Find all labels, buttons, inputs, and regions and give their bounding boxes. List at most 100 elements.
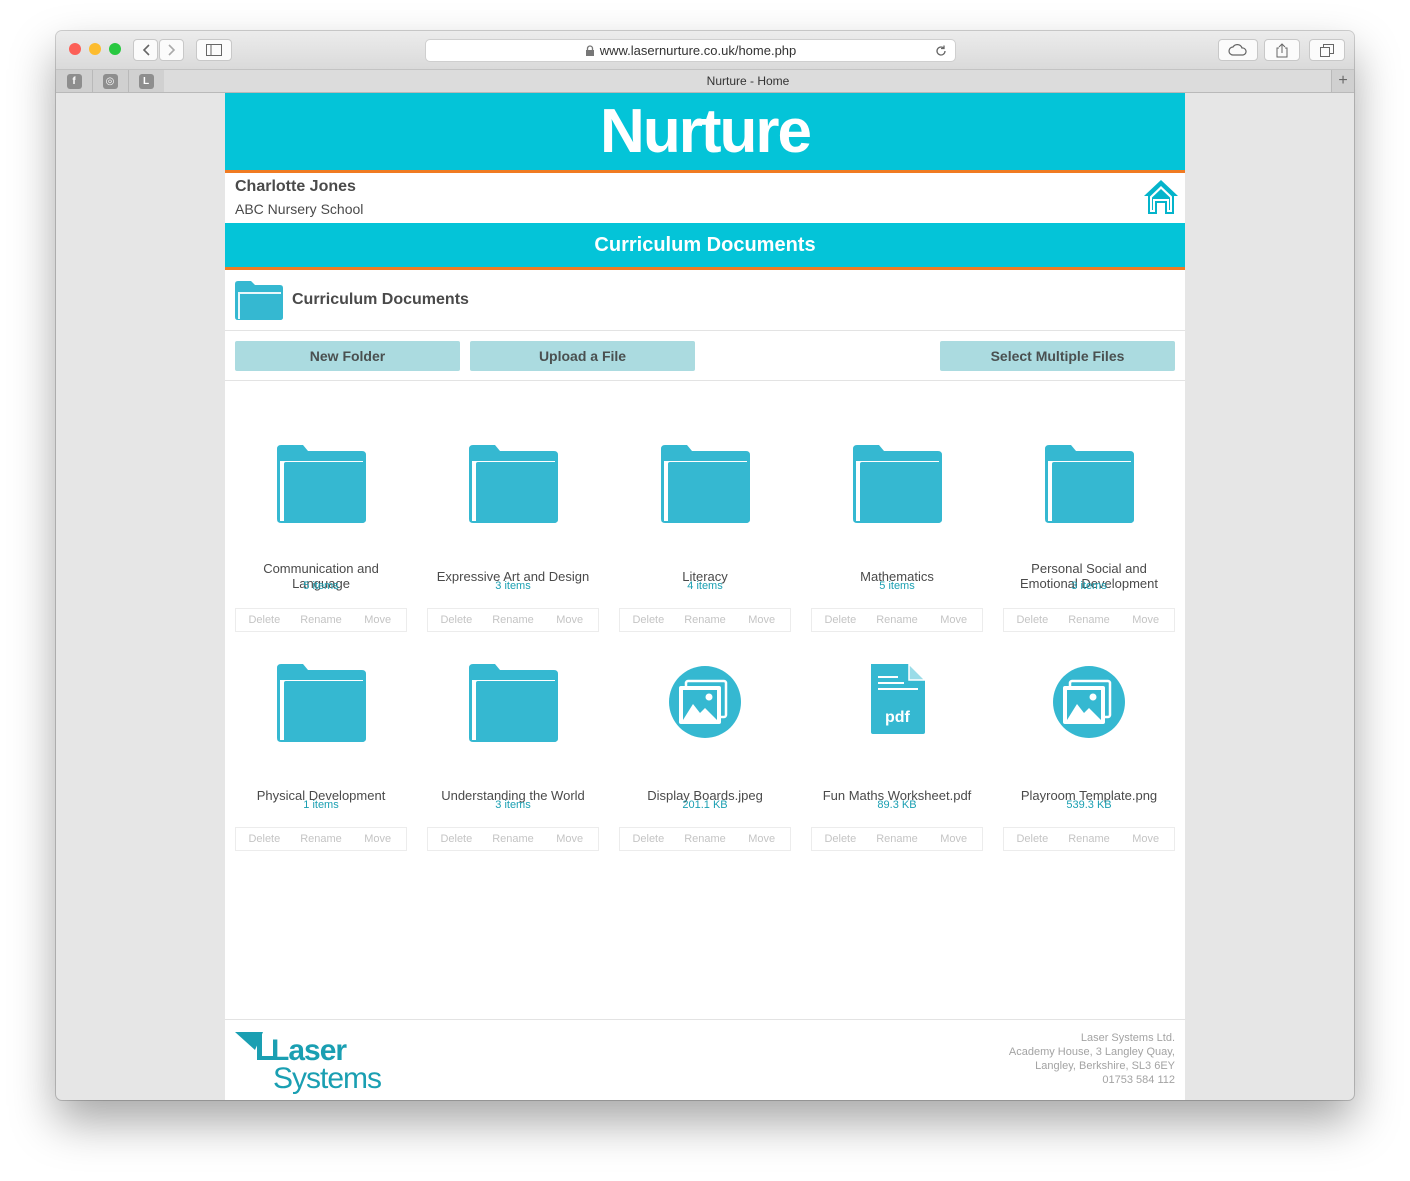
- rename-button[interactable]: Rename: [485, 609, 542, 631]
- file-grid-item[interactable]: Personal Social and Emotional Developmen…: [1003, 443, 1175, 643]
- reload-icon[interactable]: [935, 45, 947, 57]
- laser-systems-logo[interactable]: Laser Systems: [235, 1030, 385, 1094]
- new-tab-button[interactable]: +: [1331, 70, 1354, 92]
- delete-button[interactable]: Delete: [236, 828, 293, 850]
- rename-button[interactable]: Rename: [869, 828, 926, 850]
- folder-icon: [235, 281, 283, 320]
- new-folder-button[interactable]: New Folder: [235, 341, 460, 371]
- upload-file-button[interactable]: Upload a File: [470, 341, 695, 371]
- tabs-icon: [1320, 43, 1334, 57]
- share-button[interactable]: [1264, 39, 1300, 61]
- rename-button[interactable]: Rename: [485, 828, 542, 850]
- chevron-left-icon: [142, 44, 150, 56]
- pinned-tab-facebook[interactable]: f: [56, 70, 93, 92]
- rename-button[interactable]: Rename: [1061, 828, 1118, 850]
- breadcrumb: Curriculum Documents: [225, 270, 1185, 331]
- breadcrumb-current-folder[interactable]: Curriculum Documents: [292, 291, 469, 309]
- delete-button[interactable]: Delete: [236, 609, 293, 631]
- file-grid-item[interactable]: Display Boards.jpeg 201.1 KB Delete Rename M…: [619, 662, 791, 862]
- item-meta: 201.1 KB: [682, 799, 728, 811]
- delete-button[interactable]: Delete: [620, 828, 677, 850]
- folder-icon[interactable]: [275, 662, 367, 742]
- move-button[interactable]: Move: [1117, 828, 1174, 850]
- file-grid-item[interactable]: Understanding the World 3 items Delete Rena…: [427, 662, 599, 862]
- icloud-tabs-button[interactable]: [1218, 39, 1258, 61]
- file-grid-item[interactable]: pdf Fun Maths Worksheet.pdf 89.3 KB Delete R…: [811, 662, 983, 862]
- item-actions: Delete Rename Move: [619, 827, 791, 851]
- image-file-icon[interactable]: [1043, 662, 1135, 742]
- move-button[interactable]: Move: [1117, 609, 1174, 631]
- company-address: Laser Systems Ltd. Academy House, 3 Lang…: [1009, 1031, 1175, 1087]
- file-grid-item[interactable]: Playroom Template.png 539.3 KB Delete Renam…: [1003, 662, 1175, 862]
- file-grid-item[interactable]: Communication and Language 5 items Delete R…: [235, 443, 407, 643]
- pdf-file-icon[interactable]: pdf: [851, 662, 943, 742]
- user-school: ABC Nursery School: [235, 201, 364, 217]
- folder-icon[interactable]: [851, 443, 943, 523]
- rename-button[interactable]: Rename: [293, 609, 350, 631]
- move-button[interactable]: Move: [733, 828, 790, 850]
- rename-button[interactable]: Rename: [677, 609, 734, 631]
- footer: Laser Systems Laser Systems Ltd. Academy…: [225, 1019, 1185, 1100]
- rename-button[interactable]: Rename: [869, 609, 926, 631]
- tab-title: Nurture - Home: [706, 74, 790, 88]
- file-grid-item[interactable]: Mathematics 5 items Delete Rename Move: [811, 443, 983, 643]
- laser-icon: L: [138, 73, 154, 89]
- url-text: www.lasernurture.co.uk/home.php: [599, 43, 797, 58]
- close-window-button[interactable]: [69, 43, 81, 55]
- file-grid-item[interactable]: Literacy 4 items Delete Rename Move: [619, 443, 791, 643]
- file-grid-item[interactable]: Expressive Art and Design 3 items Delete Re…: [427, 443, 599, 643]
- delete-button[interactable]: Delete: [620, 609, 677, 631]
- delete-button[interactable]: Delete: [1004, 828, 1061, 850]
- back-button[interactable]: [133, 39, 158, 61]
- file-grid-item[interactable]: Physical Development 1 items Delete Rename M…: [235, 662, 407, 862]
- zoom-window-button[interactable]: [109, 43, 121, 55]
- move-button[interactable]: Move: [733, 609, 790, 631]
- item-meta: 3 items: [495, 799, 531, 811]
- move-button[interactable]: Move: [925, 828, 982, 850]
- rename-button[interactable]: Rename: [1061, 609, 1118, 631]
- instagram-icon: ◎: [102, 73, 118, 89]
- move-button[interactable]: Move: [541, 828, 598, 850]
- folder-icon[interactable]: [659, 443, 751, 523]
- delete-button[interactable]: Delete: [812, 609, 869, 631]
- select-multiple-files-button[interactable]: Select Multiple Files: [940, 341, 1175, 371]
- move-button[interactable]: Move: [349, 828, 406, 850]
- facebook-icon: f: [66, 73, 82, 89]
- pinned-tab-instagram[interactable]: ◎: [92, 70, 129, 92]
- address-bar[interactable]: www.lasernurture.co.uk/home.php: [425, 39, 956, 62]
- delete-button[interactable]: Delete: [1004, 609, 1061, 631]
- minimize-window-button[interactable]: [89, 43, 101, 55]
- folder-icon[interactable]: [467, 662, 559, 742]
- pinned-tab-laser[interactable]: L: [128, 70, 165, 92]
- item-actions: Delete Rename Move: [811, 608, 983, 632]
- plus-icon: +: [1338, 72, 1348, 89]
- home-icon[interactable]: [1141, 177, 1181, 217]
- move-button[interactable]: Move: [925, 609, 982, 631]
- pdf-label: pdf: [885, 709, 911, 726]
- folder-icon[interactable]: [467, 443, 559, 523]
- site-logo-title[interactable]: Nurture: [600, 96, 812, 167]
- delete-button[interactable]: Delete: [812, 828, 869, 850]
- image-file-icon[interactable]: [659, 662, 751, 742]
- folder-icon[interactable]: [1043, 443, 1135, 523]
- sidebar-toggle-button[interactable]: [196, 39, 232, 61]
- delete-button[interactable]: Delete: [428, 828, 485, 850]
- site-banner: Nurture: [225, 93, 1185, 173]
- share-icon: [1276, 42, 1288, 57]
- rename-button[interactable]: Rename: [677, 828, 734, 850]
- folder-icon[interactable]: [275, 443, 367, 523]
- move-button[interactable]: Move: [349, 609, 406, 631]
- rename-button[interactable]: Rename: [293, 828, 350, 850]
- item-meta: 3 items: [1071, 580, 1107, 592]
- forward-button[interactable]: [159, 39, 184, 61]
- browser-toolbar: www.lasernurture.co.uk/home.php: [56, 31, 1354, 70]
- address-line-2: Langley, Berkshire, SL3 6EY: [1035, 1060, 1175, 1072]
- logo-word-systems: Systems: [273, 1062, 381, 1094]
- chevron-right-icon: [167, 44, 175, 56]
- move-button[interactable]: Move: [541, 609, 598, 631]
- cloud-icon: [1228, 44, 1247, 56]
- item-actions: Delete Rename Move: [811, 827, 983, 851]
- tab-active[interactable]: Nurture - Home: [164, 70, 1332, 92]
- show-tabs-button[interactable]: [1309, 39, 1345, 61]
- delete-button[interactable]: Delete: [428, 609, 485, 631]
